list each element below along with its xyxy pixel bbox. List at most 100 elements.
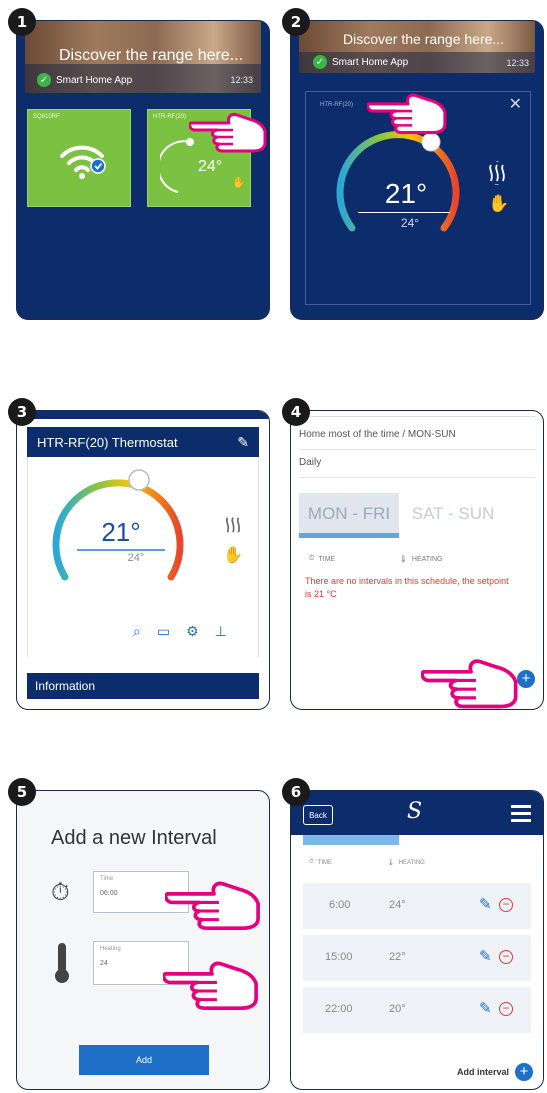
tile-wifi[interactable]: SQ610RF [27,109,131,207]
schedule-name[interactable]: Home most of the time / MON-SUN [299,429,535,447]
heat-waves-icon [486,162,508,184]
current-temperature: 21° [101,517,141,547]
tile-temperature: 24° [198,158,223,175]
stopwatch-icon: ⏱ [309,859,314,865]
pin-icon[interactable]: ⊥ [215,623,227,640]
screen-home: Discover the range here... ✓ Smart Home … [16,20,270,320]
check-icon: ✓ [313,55,327,69]
check-icon: ✓ [37,73,51,87]
edit-pencil-icon[interactable]: ✎ [479,947,492,965]
interval-time: 22:00 [325,1003,353,1015]
step-number: 4 [282,398,310,426]
banner-title: Discover the range here... [59,47,244,64]
screen-popup: Discover the range here... ✓ Smart Home … [290,20,544,320]
remove-icon[interactable]: − [499,898,513,912]
thermostat-title: HTR-RF(20) Thermostat [37,434,178,450]
manual-mode-icon[interactable]: ✋ [223,545,243,565]
setpoint-knob [128,469,150,491]
time-field-value: 06:00 [100,890,118,897]
heat-waves-icon [225,517,241,533]
interval-time: 6:00 [329,899,351,911]
setpoint-temperature: 24° [127,552,145,564]
scroll-top [299,411,535,417]
table-row[interactable]: 6:00 24° ✎ − [303,883,531,929]
current-temperature: 21° [384,178,428,209]
divider [77,549,165,551]
add-interval-label: Add interval [456,1067,509,1077]
divider [299,449,535,450]
remove-icon[interactable]: − [499,950,513,964]
step-number: 5 [8,778,36,806]
hamburger-menu-icon[interactable] [511,805,531,822]
divider [358,212,450,213]
table-row[interactable]: 15:00 22° ✎ − [303,935,531,981]
back-button[interactable]: Back [303,805,333,825]
banner-app: ✓ Smart Home App [37,73,132,87]
step-number: 3 [8,398,36,426]
thermometer-icon [55,943,69,983]
pointing-hand-icon [189,103,269,153]
tab-sat-sun[interactable]: SAT - SUN [403,493,503,535]
tab-mon-fri[interactable]: MON - FRI [299,493,399,535]
thermostat-header: HTR-RF(20) Thermostat ✎ [27,427,259,457]
setpoint-knob [421,132,441,152]
step-number: 1 [8,8,36,36]
stopwatch-icon: ⏱ [309,555,315,562]
heating-field-value: 24 [100,960,108,967]
tab-active-indicator [303,835,399,845]
pointing-hand-icon [421,647,521,709]
form-title: Add a new Interval [51,827,217,849]
step-number: 6 [282,778,310,806]
tab-active-indicator [299,533,399,538]
banner-time: 12:33 [230,75,253,85]
plus-icon: + [515,1063,533,1081]
schedule-icon[interactable]: ▭ [157,623,170,640]
banner-time: 12:33 [506,58,529,68]
add-button[interactable]: Add [79,1045,209,1075]
remove-icon[interactable]: − [499,1002,513,1016]
search-icon[interactable]: ⌕ [133,623,141,640]
banner-app-name: Smart Home App [56,74,133,86]
col-heating-header: 🌡 HEATING [387,859,425,867]
banner-app-name: Smart Home App [332,56,409,68]
information-bar[interactable]: Information [27,673,259,699]
manual-mode-icon[interactable]: ✋ [488,194,509,214]
schedule-type[interactable]: Daily [299,457,321,468]
step-number: 2 [282,8,310,36]
pointing-hand-icon [163,949,261,1011]
thermometer-icon: 🌡 [399,556,408,563]
edit-pencil-icon[interactable]: ✎ [237,434,249,451]
wifi-icon [60,145,106,179]
thermometer-icon: 🌡 [387,860,395,866]
setpoint-temperature: 24° [400,216,420,230]
promo-banner[interactable]: Discover the range here... ✓ Smart Home … [299,21,535,73]
interval-temp: 24° [389,899,406,911]
col-heating-header: 🌡 HEATING [399,555,443,564]
gear-icon[interactable]: ⚙ [186,623,199,640]
table-row[interactable]: 22:00 20° ✎ − [303,987,531,1033]
popup-label: HTR-RF(20) [320,102,353,108]
app-logo: S [407,799,423,824]
banner-app: ✓ Smart Home App [313,55,408,69]
screen-thermostat: HTR-RF(20) Thermostat ✎ 21° 24° ✋ ⌕ ▭ ⚙ … [16,410,270,710]
pointing-hand-icon [367,83,449,135]
heating-field-label: Heating [100,946,121,952]
divider [299,477,535,478]
add-interval-button[interactable]: Add interval + [457,1063,533,1081]
col-time-header: ⏱ TIME [309,555,336,563]
edit-pencil-icon[interactable]: ✎ [479,999,492,1017]
time-field-label: Time [100,876,114,882]
edit-pencil-icon[interactable]: ✎ [479,895,492,913]
empty-schedule-message: There are no intervals in this schedule,… [305,576,509,599]
close-icon[interactable]: ✕ [509,94,522,114]
tile-label: SQ610RF [33,114,60,120]
tile-label: HTR-RF(20) [153,114,186,120]
screen-intervals: Back S ⏱ TIME 🌡 HEATING 6:00 24° ✎ − 15:00… [290,790,544,1090]
hand-icon: ✋ [232,177,246,189]
interval-temp: 20° [389,1003,406,1015]
screen-schedule: Home most of the time / MON-SUN Daily MO… [290,410,544,710]
promo-banner[interactable]: Discover the range here... ✓ Smart Home … [25,21,261,93]
banner-title: Discover the range here... [343,31,505,47]
top-bar [17,411,269,419]
interval-time: 15:00 [325,951,353,963]
